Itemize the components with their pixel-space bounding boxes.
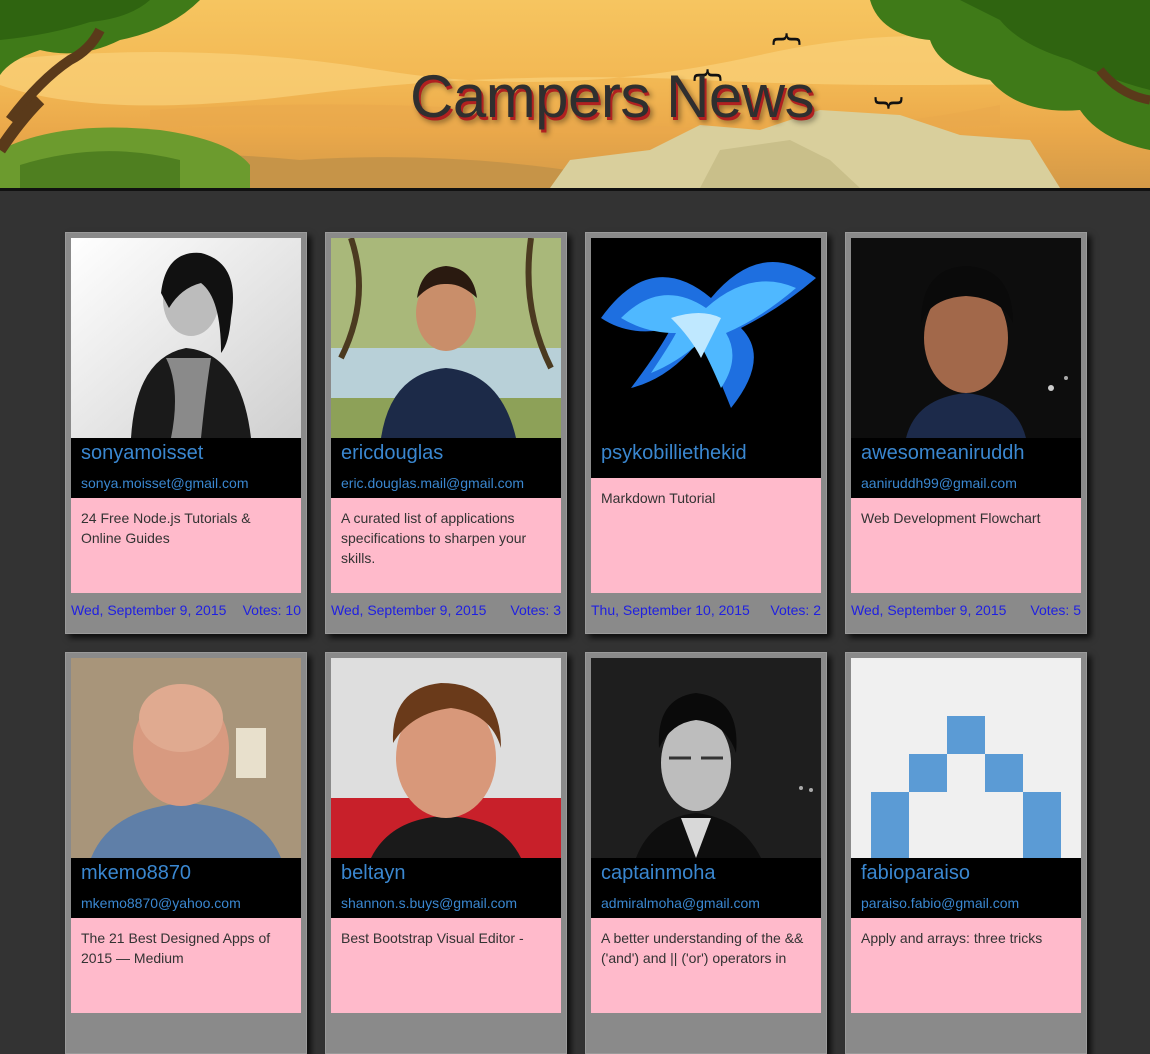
- avatar[interactable]: [331, 238, 561, 438]
- headline-link[interactable]: 24 Free Node.js Tutorials & Online Guide…: [81, 508, 293, 548]
- author-username-link[interactable]: awesomeaniruddh: [861, 442, 1024, 465]
- author-email-link[interactable]: shannon.s.buys@gmail.com: [341, 895, 517, 911]
- vote-count: Votes: 5: [1030, 602, 1081, 618]
- headline-link[interactable]: Best Bootstrap Visual Editor -: [341, 928, 553, 948]
- news-card: psykobilliethekid Markdown Tutorial Thu,…: [585, 232, 827, 634]
- headline-box: The 21 Best Designed Apps of 2015 — Medi…: [71, 918, 301, 1013]
- avatar[interactable]: [331, 658, 561, 858]
- vote-count: Votes: 3: [510, 602, 561, 618]
- author-username-link[interactable]: fabioparaiso: [861, 862, 970, 885]
- headline-box: Markdown Tutorial: [591, 478, 821, 593]
- news-card: mkemo8870 mkemo8870@yahoo.com The 21 Bes…: [65, 652, 307, 1054]
- news-card: ericdouglas eric.douglas.mail@gmail.com …: [325, 232, 567, 634]
- author-bar: sonyamoisset sonya.moisset@gmail.com: [71, 438, 301, 498]
- author-email-link[interactable]: sonya.moisset@gmail.com: [81, 475, 249, 491]
- author-username-link[interactable]: beltayn: [341, 862, 406, 885]
- author-bar: psykobilliethekid: [591, 438, 821, 478]
- avatar[interactable]: [851, 658, 1081, 858]
- news-card: beltayn shannon.s.buys@gmail.com Best Bo…: [325, 652, 567, 1054]
- headline-link[interactable]: Markdown Tutorial: [601, 488, 813, 508]
- author-bar: mkemo8870 mkemo8870@yahoo.com: [71, 858, 301, 918]
- author-email-link[interactable]: eric.douglas.mail@gmail.com: [341, 475, 524, 491]
- avatar[interactable]: [591, 238, 821, 438]
- headline-link[interactable]: Apply and arrays: three tricks: [861, 928, 1073, 948]
- headline-box: A better understanding of the && ('and')…: [591, 918, 821, 1013]
- headline-link[interactable]: Web Development Flowchart: [861, 508, 1073, 528]
- author-bar: beltayn shannon.s.buys@gmail.com: [331, 858, 561, 918]
- headline-box: Web Development Flowchart: [851, 498, 1081, 593]
- brace-decoration: {: [870, 93, 906, 113]
- post-date: Wed, September 9, 2015: [331, 602, 487, 618]
- author-email-link[interactable]: mkemo8870@yahoo.com: [81, 895, 241, 911]
- news-card: sonyamoisset sonya.moisset@gmail.com 24 …: [65, 232, 307, 634]
- post-meta: Wed, September 9, 2015 Votes: 3: [331, 602, 563, 618]
- avatar[interactable]: [851, 238, 1081, 438]
- author-email-link[interactable]: paraiso.fabio@gmail.com: [861, 895, 1019, 911]
- news-card: captainmoha admiralmoha@gmail.com A bett…: [585, 652, 827, 1054]
- avatar[interactable]: [591, 658, 821, 858]
- avatar[interactable]: [71, 238, 301, 438]
- headline-link[interactable]: The 21 Best Designed Apps of 2015 — Medi…: [81, 928, 293, 968]
- post-date: Wed, September 9, 2015: [71, 602, 227, 618]
- author-bar: captainmoha admiralmoha@gmail.com: [591, 858, 821, 918]
- post-date: Thu, September 10, 2015: [591, 602, 750, 618]
- headline-link[interactable]: A better understanding of the && ('and')…: [601, 928, 813, 968]
- headline-box: A curated list of applications specifica…: [331, 498, 561, 593]
- author-username-link[interactable]: sonyamoisset: [81, 442, 203, 465]
- post-date: Wed, September 9, 2015: [851, 602, 1007, 618]
- author-bar: ericdouglas eric.douglas.mail@gmail.com: [331, 438, 561, 498]
- headline-box: Apply and arrays: three tricks: [851, 918, 1081, 1013]
- author-bar: awesomeaniruddh aaniruddh99@gmail.com: [851, 438, 1081, 498]
- headline-box: Best Bootstrap Visual Editor -: [331, 918, 561, 1013]
- avatar[interactable]: [71, 658, 301, 858]
- author-username-link[interactable]: mkemo8870: [81, 862, 191, 885]
- author-username-link[interactable]: captainmoha: [601, 862, 716, 885]
- vote-count: Votes: 2: [770, 602, 821, 618]
- headline-link[interactable]: A curated list of applications specifica…: [341, 508, 553, 568]
- author-email-link[interactable]: aaniruddh99@gmail.com: [861, 475, 1017, 491]
- post-meta: Wed, September 9, 2015 Votes: 5: [851, 602, 1083, 618]
- news-card: fabioparaiso paraiso.fabio@gmail.com App…: [845, 652, 1087, 1054]
- author-bar: fabioparaiso paraiso.fabio@gmail.com: [851, 858, 1081, 918]
- vote-count: Votes: 10: [242, 602, 301, 618]
- author-email-link[interactable]: admiralmoha@gmail.com: [601, 895, 760, 911]
- news-grid: sonyamoisset sonya.moisset@gmail.com 24 …: [0, 191, 1150, 1054]
- site-title: Campers News: [410, 63, 815, 130]
- post-meta: Wed, September 9, 2015 Votes: 10: [71, 602, 303, 618]
- author-username-link[interactable]: psykobilliethekid: [601, 442, 747, 465]
- brace-decoration: {: [769, 29, 805, 49]
- news-card: awesomeaniruddh aaniruddh99@gmail.com We…: [845, 232, 1087, 634]
- headline-box: 24 Free Node.js Tutorials & Online Guide…: [71, 498, 301, 593]
- header-banner: { { { Campers News: [0, 0, 1150, 191]
- post-meta: Thu, September 10, 2015 Votes: 2: [591, 602, 823, 618]
- author-username-link[interactable]: ericdouglas: [341, 442, 443, 465]
